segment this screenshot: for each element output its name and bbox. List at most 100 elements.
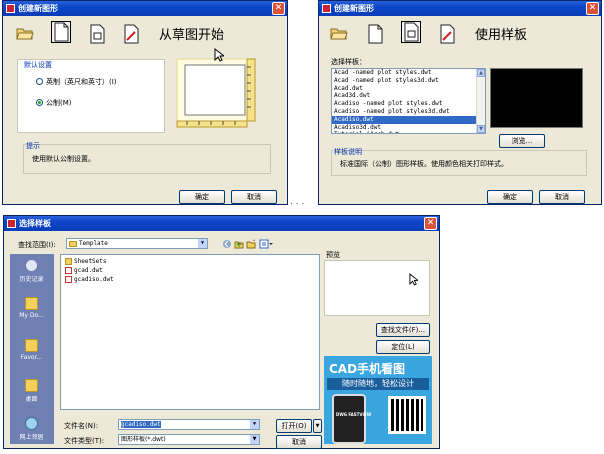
drawing-preview xyxy=(173,57,259,133)
filename-label: 文件名(N): xyxy=(64,422,99,430)
title-bar: 选择样板 ✕ xyxy=(4,216,439,231)
use-template-tool[interactable] xyxy=(401,21,421,43)
network-icon xyxy=(25,417,38,430)
template-page-icon xyxy=(404,22,419,42)
group-label: 默认设置 xyxy=(24,61,52,69)
phone-image xyxy=(332,394,366,444)
back-icon[interactable] xyxy=(222,239,232,249)
use-template-tool[interactable] xyxy=(87,23,107,45)
template-list-item[interactable]: Acad3d.dwt xyxy=(332,92,485,100)
cancel-button[interactable]: 取消 xyxy=(231,190,277,204)
separator-dots: . . . xyxy=(290,197,305,207)
folder-open-icon xyxy=(330,28,348,40)
file-list[interactable]: SheetSets gcad.dwt gcadiso.dwt xyxy=(60,254,320,410)
place-my-documents[interactable]: My Do... xyxy=(10,294,53,324)
select-template-dialog: 选择样板 ✕ 查找范围(I): Template ▼ 历史记录 My Do...… xyxy=(3,215,440,449)
tip-text: 使用默认公制设置。 xyxy=(32,155,95,163)
folder-icon xyxy=(65,258,72,265)
scroll-down-arrow[interactable]: ▼ xyxy=(477,125,485,133)
folder-icon xyxy=(25,379,38,392)
tip-group: 提示 使用默认公制设置。 xyxy=(23,142,271,174)
new-folder-icon[interactable] xyxy=(246,239,256,249)
template-list-label: 选择样板： xyxy=(331,58,366,66)
paper-ruler-icon xyxy=(176,58,256,128)
place-history[interactable]: 历史记录 xyxy=(10,256,53,286)
use-wizard-tool[interactable] xyxy=(437,23,457,45)
cancel-button[interactable]: 取消 xyxy=(539,190,585,204)
file-item-dwt[interactable]: gcadiso.dwt xyxy=(65,276,114,284)
history-icon xyxy=(25,259,38,272)
close-button[interactable]: ✕ xyxy=(424,217,437,230)
chevron-down-icon: ▼ xyxy=(250,420,259,429)
template-list-item[interactable]: Acadiso3d.dwt xyxy=(332,124,485,132)
filetype-select[interactable]: 图形样板(*.dwt) ▼ xyxy=(118,434,260,445)
mouse-cursor-icon xyxy=(214,48,224,62)
title-bar: 创建新图形 ✕ xyxy=(319,1,601,16)
close-button[interactable]: ✕ xyxy=(586,2,599,15)
file-item-dwt[interactable]: gcad.dwt xyxy=(65,267,103,275)
places-bar: 历史记录 My Do... Favor... 桌面 网上邻居 xyxy=(10,254,54,444)
open-button[interactable]: 打开(O) xyxy=(276,419,312,433)
metric-radio-label: 公制(M) xyxy=(46,99,72,107)
metric-radio[interactable] xyxy=(36,99,43,106)
open-options-arrow[interactable]: ▼ xyxy=(313,419,322,433)
ad-title: CAD手机看图 xyxy=(329,362,406,376)
ad-subtitle: 随时随地，轻松设计 xyxy=(327,378,429,390)
place-desktop[interactable]: 桌面 xyxy=(10,376,53,406)
place-favorites[interactable]: Favor... xyxy=(10,336,53,366)
tip-label: 提示 xyxy=(26,142,40,150)
lookin-dropdown[interactable]: Template ▼ xyxy=(66,238,208,249)
preview-box xyxy=(324,260,430,316)
dwt-file-icon xyxy=(65,267,72,274)
dwt-file-icon xyxy=(65,276,72,283)
place-network[interactable]: 网上邻居 xyxy=(10,414,53,444)
browse-button[interactable]: 浏览... xyxy=(499,134,545,148)
open-drawing-tool[interactable] xyxy=(329,23,349,45)
app-icon xyxy=(322,4,331,13)
dialog-title: 创建新图形 xyxy=(334,4,374,13)
folder-icon xyxy=(25,297,38,310)
imperial-radio[interactable] xyxy=(36,78,43,85)
close-button[interactable]: ✕ xyxy=(272,2,285,15)
scroll-up-arrow[interactable]: ▲ xyxy=(477,69,485,77)
start-from-scratch-tool[interactable] xyxy=(51,21,71,43)
wizard-page-icon xyxy=(124,24,139,44)
locate-button[interactable]: 定位(L) xyxy=(376,340,430,354)
chevron-down-icon: ▼ xyxy=(250,435,259,444)
find-file-button[interactable]: 查找文件(F)... xyxy=(376,323,430,337)
template-preview xyxy=(490,68,583,128)
folder-icon xyxy=(69,240,77,247)
template-list-item[interactable]: Acad -named plot styles3d.dwt xyxy=(332,77,485,85)
template-list-item[interactable]: Tutorial iArch.dwt xyxy=(332,131,485,133)
filename-input[interactable]: gcadiso.dwt ▼ xyxy=(118,419,260,430)
dialog-heading: 使用样板 xyxy=(475,28,528,43)
ok-button[interactable]: 确定 xyxy=(179,190,225,204)
use-wizard-tool[interactable] xyxy=(121,23,141,45)
template-listbox[interactable]: Acad -named plot styles.dwt Acad -named p… xyxy=(331,68,486,134)
template-list-item[interactable]: Acad.dwt xyxy=(332,85,485,93)
default-settings-group: 默认设置 英制（英尺和英寸）(I) 公制(M) xyxy=(17,59,165,133)
ad-badge: DWG FASTVIEW xyxy=(336,412,372,417)
scrollbar[interactable]: ▲ ▼ xyxy=(476,69,485,133)
template-list-item[interactable]: Acadiso.dwt xyxy=(332,115,485,124)
file-item-folder[interactable]: SheetSets xyxy=(65,258,107,266)
start-from-scratch-tool[interactable] xyxy=(365,23,385,45)
template-list-item[interactable]: Acad -named plot styles.dwt xyxy=(332,69,485,77)
folder-open-icon xyxy=(16,28,34,40)
up-folder-icon[interactable] xyxy=(234,239,244,249)
create-drawing-dialog-scratch: 创建新图形 ✕ 从草图开始 默认设置 英制（英尺和英寸）(I) 公制(M) 提示… xyxy=(2,0,288,205)
app-icon xyxy=(7,219,16,228)
view-menu-icon[interactable] xyxy=(259,239,273,249)
template-description-group: 样板说明 标准国际（公制）图形样板。使用颜色相关打印样式。 xyxy=(331,148,587,176)
open-drawing-tool[interactable] xyxy=(15,23,35,45)
ad-banner[interactable]: CAD手机看图 随时随地，轻松设计 DWG FASTVIEW xyxy=(324,356,432,444)
blank-page-icon xyxy=(368,24,383,44)
template-list-item[interactable]: Acadiso -named plot styles.dwt xyxy=(332,100,485,108)
filetype-label: 文件类型(T): xyxy=(64,437,105,445)
cancel-button[interactable]: 取消 xyxy=(276,435,322,449)
description-label: 样板说明 xyxy=(334,148,362,156)
imperial-radio-label: 英制（英尺和英寸）(I) xyxy=(46,78,117,86)
ok-button[interactable]: 确定 xyxy=(487,190,533,204)
lookin-value: Template xyxy=(79,240,108,247)
template-list-item[interactable]: Acadiso -named plot styles3d.dwt xyxy=(332,108,485,116)
